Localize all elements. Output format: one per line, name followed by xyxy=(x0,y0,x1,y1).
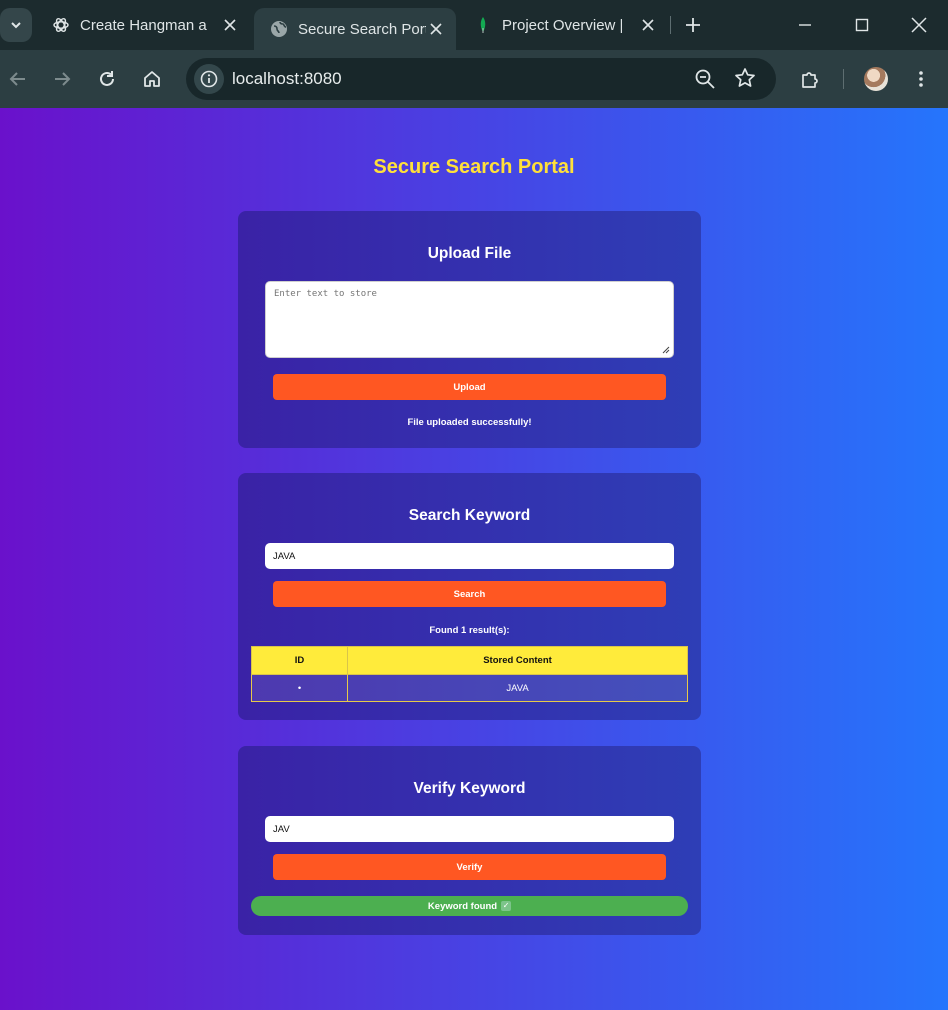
close-icon[interactable] xyxy=(640,17,656,33)
tab-title: Project Overview | xyxy=(502,16,622,34)
verify-button[interactable]: Verify xyxy=(273,854,666,880)
address-bar[interactable]: localhost:8080 xyxy=(186,58,776,100)
page-title: Secure Search Portal xyxy=(373,156,575,178)
search-card: Search Keyword JAVA Search Found 1 resul… xyxy=(238,473,701,720)
cell-id: • xyxy=(251,674,348,702)
url-text[interactable]: localhost:8080 xyxy=(232,69,342,89)
page-body: Secure Search Portal Upload File Enter t… xyxy=(0,108,948,1010)
extensions-button[interactable] xyxy=(794,63,826,95)
arrow-left-icon xyxy=(9,72,25,86)
upload-button[interactable]: Upload xyxy=(273,374,666,400)
search-button[interactable]: Search xyxy=(273,581,666,607)
search-heading: Search Keyword xyxy=(408,507,531,524)
site-info-button[interactable] xyxy=(194,64,224,94)
tab-title: Secure Search Port xyxy=(298,20,426,38)
verify-card: Verify Keyword JAV Verify Keyword found … xyxy=(238,746,701,935)
close-icon xyxy=(911,17,927,33)
verify-result-text: Keyword found xyxy=(427,900,498,912)
upload-heading: Upload File xyxy=(427,245,512,262)
check-icon: ✓ xyxy=(501,901,512,911)
forward-button[interactable] xyxy=(46,63,78,95)
close-icon[interactable] xyxy=(428,21,444,37)
home-icon xyxy=(144,71,160,87)
table-row: • JAVA xyxy=(251,674,688,702)
info-icon xyxy=(200,70,218,88)
tab-search-button[interactable] xyxy=(0,8,32,42)
openai-icon xyxy=(52,16,70,34)
new-tab-button[interactable] xyxy=(680,12,706,38)
arrow-right-icon xyxy=(55,72,71,86)
verify-heading: Verify Keyword xyxy=(413,780,526,797)
leaf-icon xyxy=(474,16,492,34)
bookmark-star-icon[interactable] xyxy=(734,67,756,89)
tab-create-hangman[interactable]: Create Hangman a xyxy=(36,8,250,42)
upload-status: File uploaded successfully! xyxy=(407,417,532,428)
reload-icon xyxy=(100,71,114,86)
close-icon[interactable] xyxy=(222,17,238,33)
tab-strip: Create Hangman a Secure Search Port Proj… xyxy=(0,0,948,50)
verify-result-badge: Keyword found ✓ xyxy=(251,896,688,916)
results-table: ID Stored Content • JAVA xyxy=(251,646,688,702)
menu-button[interactable] xyxy=(905,63,937,95)
column-header-content: Stored Content xyxy=(347,646,688,675)
tab-project-overview[interactable]: Project Overview | xyxy=(458,8,668,42)
cell-content: JAVA xyxy=(347,674,688,702)
resize-grip-icon[interactable] xyxy=(662,346,670,354)
home-button[interactable] xyxy=(136,63,168,95)
upload-card: Upload File Enter text to store Upload F… xyxy=(238,211,701,448)
more-vertical-icon xyxy=(919,71,923,87)
upload-placeholder: Enter text to store xyxy=(274,289,377,299)
table-header-row: ID Stored Content xyxy=(251,646,688,675)
back-button[interactable] xyxy=(2,63,34,95)
verify-input[interactable]: JAV xyxy=(265,816,674,842)
reload-button[interactable] xyxy=(91,63,123,95)
maximize-button[interactable] xyxy=(847,10,877,40)
browser-toolbar: localhost:8080 xyxy=(0,50,948,108)
globe-icon xyxy=(270,20,288,38)
search-input[interactable]: JAVA xyxy=(265,543,674,569)
toolbar-divider xyxy=(843,69,844,89)
column-header-id: ID xyxy=(251,646,348,675)
minimize-icon xyxy=(799,24,811,26)
plus-icon xyxy=(686,18,700,32)
zoom-out-icon[interactable] xyxy=(694,68,716,90)
upload-textarea[interactable]: Enter text to store xyxy=(265,281,674,358)
maximize-icon xyxy=(855,18,869,32)
tab-title: Create Hangman a xyxy=(80,16,207,34)
tab-secure-search[interactable]: Secure Search Port xyxy=(254,8,456,50)
puzzle-icon xyxy=(802,72,818,88)
profile-avatar[interactable] xyxy=(864,67,888,91)
close-window-button[interactable] xyxy=(904,10,934,40)
search-result-summary: Found 1 result(s): xyxy=(429,625,510,636)
tab-divider xyxy=(670,16,671,34)
chevron-down-icon xyxy=(11,22,21,29)
minimize-button[interactable] xyxy=(790,10,820,40)
